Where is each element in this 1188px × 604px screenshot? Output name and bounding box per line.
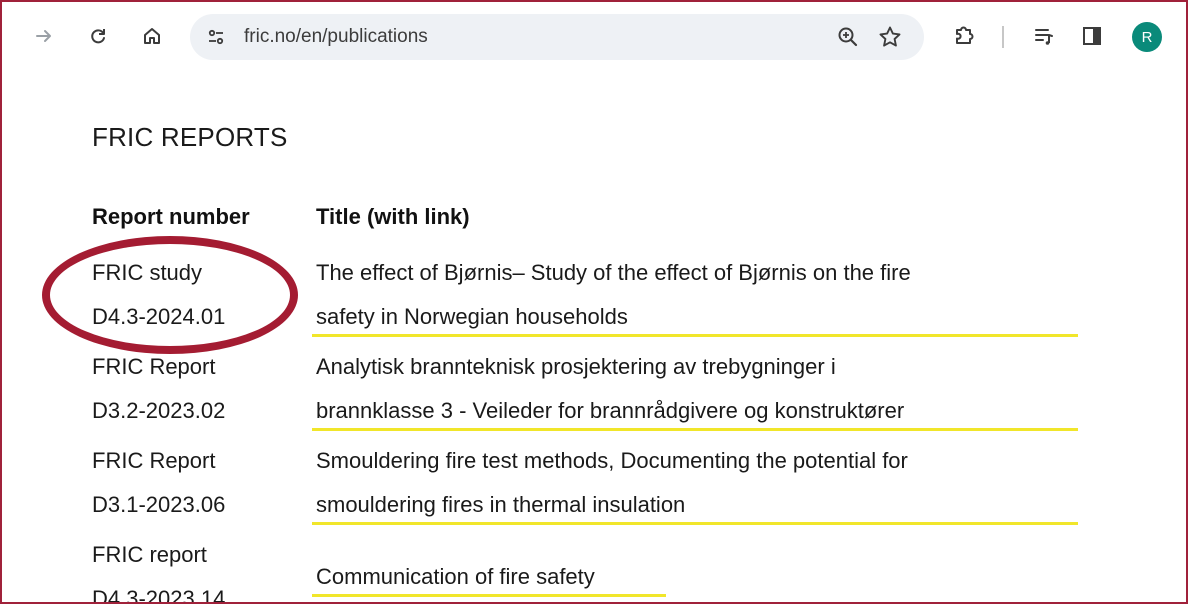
report-number-line: FRIC study — [92, 260, 203, 285]
extensions-icon[interactable] — [950, 22, 978, 50]
page-content: FRIC REPORTS Report number Title (with l… — [2, 68, 1186, 604]
report-number-line: D4.3-2023.14 — [92, 586, 226, 604]
column-header-title: Title (with link) — [316, 204, 470, 229]
profile-avatar[interactable]: R — [1132, 22, 1162, 52]
page-heading: FRIC REPORTS — [92, 122, 288, 152]
report-number-line: D3.2-2023.02 — [92, 398, 226, 423]
report-number-line: FRIC Report — [92, 354, 216, 379]
report-title-link[interactable]: smouldering fires in thermal insulation — [316, 492, 685, 518]
report-title-link[interactable]: Communication of fire safety — [316, 564, 595, 590]
toolbar-divider — [1002, 26, 1004, 48]
report-title-link[interactable]: Analytisk brannteknisk prosjektering av … — [316, 354, 836, 380]
link-underline — [312, 334, 1078, 337]
forward-icon[interactable] — [30, 22, 58, 50]
report-title-link[interactable]: The effect of Bjørnis– Study of the effe… — [316, 260, 911, 286]
report-title-link[interactable]: safety in Norwegian households — [316, 304, 628, 330]
reload-icon[interactable] — [84, 22, 112, 50]
bookmark-star-icon[interactable] — [876, 23, 904, 51]
link-underline — [312, 428, 1078, 431]
link-underline — [312, 594, 666, 597]
column-header-report-number: Report number — [92, 204, 250, 229]
report-title-link[interactable]: brannklasse 3 - Veileder for brannrådgiv… — [316, 398, 904, 424]
site-settings-icon[interactable] — [204, 25, 228, 49]
url-text[interactable]: fric.no/en/publications — [244, 26, 428, 48]
report-number-line: FRIC report — [92, 542, 207, 567]
annotation-circle — [42, 236, 298, 354]
report-number-line: D4.3-2024.01 — [92, 304, 226, 329]
link-underline — [312, 522, 1078, 525]
reading-list-icon[interactable] — [1030, 22, 1058, 50]
screenshot-frame: fric.no/en/publications R FRIC REPORTS R… — [0, 0, 1188, 604]
zoom-icon[interactable] — [836, 25, 860, 49]
browser-toolbar: fric.no/en/publications R — [2, 2, 1186, 68]
report-number-line: D3.1-2023.06 — [92, 492, 226, 517]
report-number-line: FRIC Report — [92, 448, 216, 473]
side-panel-icon[interactable] — [1078, 22, 1106, 50]
address-bar[interactable]: fric.no/en/publications — [190, 14, 924, 60]
report-title-link[interactable]: Smouldering fire test methods, Documenti… — [316, 448, 908, 474]
home-icon[interactable] — [138, 22, 166, 50]
